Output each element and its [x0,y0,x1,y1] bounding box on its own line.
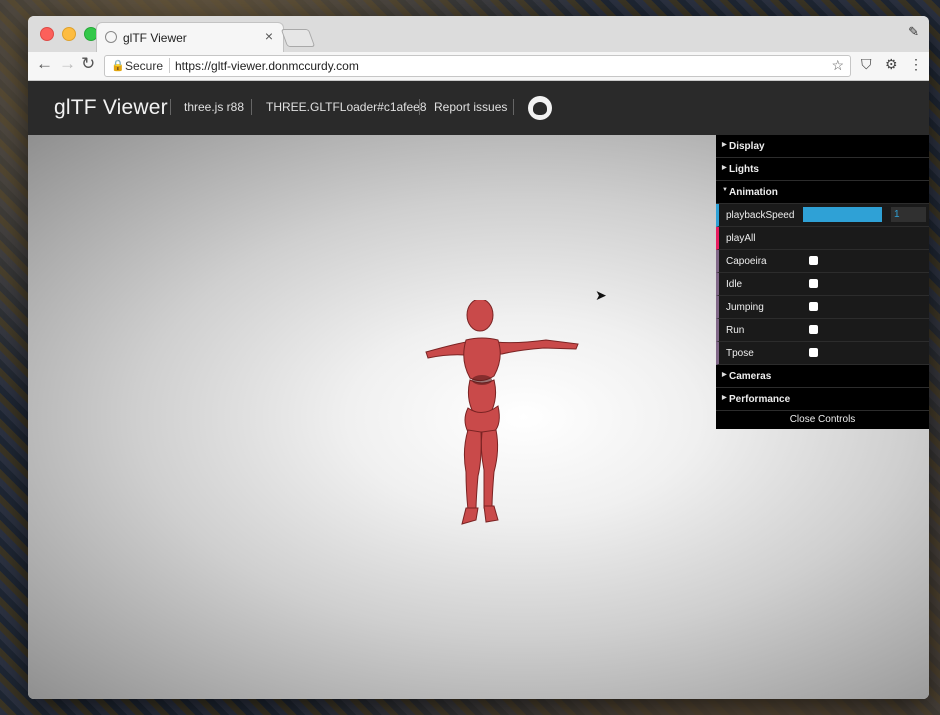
clip-label: Run [726,325,745,336]
folder-label: Display [729,141,765,152]
app-header: glTF Viewer three.js r88 THREE.GLTFLoade… [28,81,929,135]
clip-jumping: Jumping [716,296,929,319]
back-button[interactable]: ← [36,54,53,74]
url-text[interactable]: https://gltf-viewer.donmccurdy.com [175,59,359,73]
triangle-right-icon: ▶ [722,395,727,401]
controls-panel[interactable]: ▶ Display ▶ Lights ▼ Animation playbackS… [716,135,929,429]
clip-checkbox[interactable] [809,279,818,288]
favicon-icon [105,31,117,43]
omnibox-divider [169,58,170,73]
header-divider [251,99,252,115]
folder-label: Cameras [729,371,772,382]
triangle-right-icon: ▶ [722,372,727,378]
header-divider [170,99,171,115]
app-title: glTF Viewer [54,96,168,119]
clip-checkbox[interactable] [809,302,818,311]
playback-speed-slider[interactable] [803,207,882,222]
lock-icon: 🔒 [111,60,125,72]
minimize-window-button[interactable] [62,27,76,41]
play-all-label: playAll [726,233,756,244]
folder-display[interactable]: ▶ Display [716,135,929,158]
clip-label: Capoeira [726,256,767,267]
clip-label: Jumping [726,302,764,313]
browser-menu-icon[interactable]: ⋮ [909,56,923,73]
bookmark-star-icon[interactable]: ☆ [831,57,844,74]
clip-tpose: Tpose [716,342,929,365]
folder-performance[interactable]: ▶ Performance [716,388,929,411]
clip-run: Run [716,319,929,342]
tab-strip: glTF Viewer × ✎ [28,16,929,53]
reload-button[interactable]: ↻ [81,54,95,74]
slider-fill [803,207,882,222]
header-divider [419,99,420,115]
playback-speed-control: playbackSpeed 1 [716,204,929,227]
tab-title: glTF Viewer [123,31,187,45]
clip-checkbox[interactable] [809,348,818,357]
secure-label: Secure [125,59,164,73]
tab-close-icon[interactable]: × [265,28,273,44]
github-icon[interactable] [528,96,552,120]
folder-animation[interactable]: ▼ Animation [716,181,929,204]
folder-cameras[interactable]: ▶ Cameras [716,365,929,388]
forward-button[interactable]: → [59,54,76,74]
folder-lights[interactable]: ▶ Lights [716,158,929,181]
triangle-right-icon: ▶ [722,142,727,148]
folder-label: Lights [729,164,759,175]
character-model [425,300,579,525]
window-controls [40,27,98,41]
pocket-extension-icon[interactable]: ⛉ [861,56,872,73]
clip-label: Idle [726,279,743,290]
playback-speed-label: playbackSpeed [726,210,795,221]
close-window-button[interactable] [40,27,54,41]
folder-label: Performance [729,394,791,405]
clip-idle: Idle [716,273,929,296]
extension-icon[interactable]: ⚙ [885,56,898,73]
header-divider [513,99,514,115]
triangle-down-icon: ▼ [722,187,728,193]
folder-label: Animation [729,187,778,198]
address-bar[interactable]: 🔒 Secure https://gltf-viewer.donmccurdy.… [104,55,851,77]
clip-capoeira: Capoeira [716,250,929,273]
gltfloader-version-link[interactable]: THREE.GLTFLoader#c1afee8 [266,100,427,114]
threejs-version-link[interactable]: three.js r88 [184,100,244,114]
profile-icon[interactable]: ✎ [908,24,919,40]
play-all-button[interactable]: playAll [716,227,929,250]
triangle-right-icon: ▶ [722,165,727,171]
clip-checkbox[interactable] [809,256,818,265]
browser-toolbar: ← → ↻ 🔒 Secure https://gltf-viewer.donmc… [28,52,929,81]
clip-checkbox[interactable] [809,325,818,334]
tab-gltf-viewer[interactable]: glTF Viewer × [96,22,284,53]
clip-label: Tpose [726,348,754,359]
new-tab-button[interactable] [280,29,316,47]
browser-window: glTF Viewer × ✎ ← → ↻ 🔒 Secure https://g… [28,16,929,699]
report-issues-link[interactable]: Report issues [434,100,507,114]
mouse-cursor-icon: ➤ [595,287,607,303]
close-controls-button[interactable]: Close Controls [716,411,929,429]
playback-speed-input[interactable]: 1 [891,207,926,222]
